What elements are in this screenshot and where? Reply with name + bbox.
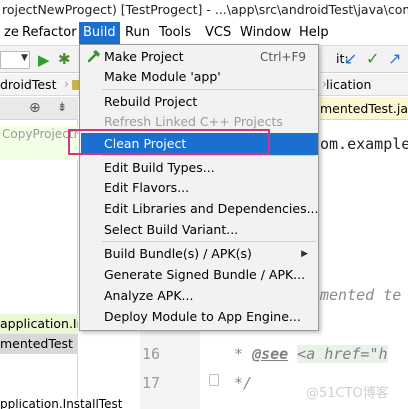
project-tree-item-selected[interactable]: mentedTest [0,334,78,354]
menu-item-make-module[interactable]: Make Module 'app' [81,66,318,88]
menu-separator [102,241,316,242]
javadoc-tag: @see [252,345,289,363]
code-line: om.example [320,135,408,153]
menu-window[interactable]: Window [236,22,295,44]
menu-separator [102,89,316,90]
run-icon[interactable]: ▶ [38,51,50,69]
comment-prefix: * [234,345,253,363]
line-number: 17 [142,374,161,392]
menu-item-rebuild-project[interactable]: Rebuild Project [81,91,318,113]
commit-icon[interactable]: ✓ [366,49,379,68]
menu-refactor[interactable]: Refactor [18,22,81,44]
menu-item-edit-build-types[interactable]: Edit Build Types... [81,157,318,179]
menu-item-generate-signed[interactable]: Generate Signed Bundle / APK... [81,264,318,286]
menu-item-deploy-app-engine[interactable]: Deploy Module to App Engine... [81,306,318,328]
update-project-icon[interactable]: ↙ [344,49,357,68]
breadcrumb-item-androidtest[interactable]: droidTest [0,77,56,92]
project-tree-faded-item[interactable]: CopyProjectN [0,126,78,160]
menu-item-make-project[interactable]: Make Project Ctrl+F9 [81,46,318,68]
menu-item-label: Make Project [104,49,184,64]
window-title: rojectNewProgect) [TestProgect] - ...\ap… [0,0,408,22]
collapse-all-icon[interactable]: ⇟ [57,100,67,114]
build-menu-dropdown: Make Project Ctrl+F9 Make Module 'app' R… [79,44,319,331]
project-panel: ⊕ ⇟ CopyProjectN application.Ins mentedT… [0,97,78,409]
menu-bar: ze Refactor Build Run Tools VCS Window H… [0,22,408,44]
code-line-16: * @see <a href="h [234,345,388,363]
breadcrumb-item-application[interactable]: lication [326,77,371,92]
debug-icon[interactable]: ✱ [58,50,71,68]
scroll-from-source-icon[interactable]: ⊕ [29,100,41,116]
menu-build[interactable]: Build [79,22,120,44]
menu-item-build-bundle-apk[interactable]: Build Bundle(s) / APK(s) ▶ [81,243,318,265]
project-tree-item[interactable]: application.Ins [0,314,78,334]
code-line-17: */ [234,374,253,392]
menu-item-edit-flavors[interactable]: Edit Flavors... [81,177,318,199]
menu-help[interactable]: Help [295,22,333,44]
menu-item-shortcut: Ctrl+F9 [260,50,306,64]
menu-item-edit-libraries[interactable]: Edit Libraries and Dependencies... [81,198,319,220]
watermark: @51CTO博客 [306,386,389,401]
project-panel-header: ⊕ ⇟ [0,97,78,120]
hammer-icon [87,50,100,63]
editor-gutter [140,328,200,409]
menu-tools[interactable]: Tools [155,22,195,44]
menu-item-analyze-apk[interactable]: Analyze APK... [81,285,318,307]
menu-separator [102,155,316,156]
run-config-combo[interactable]: ▼ [0,51,30,69]
html-link-tag: <a href="h [297,345,388,363]
code-comment: mented te [320,286,402,304]
line-number: 16 [142,345,161,363]
menu-run[interactable]: Run [121,22,154,44]
project-tree-item[interactable]: pplication.InstallTest [0,399,140,409]
breadcrumb-separator-icon: › [64,76,69,91]
chevron-down-icon: ▼ [21,53,28,63]
fold-marker-icon[interactable] [209,374,219,386]
submenu-arrow-icon: ▶ [301,249,308,259]
menu-item-select-build-variant[interactable]: Select Build Variant... [81,219,318,241]
menu-item-label: Build Bundle(s) / APK(s) [104,246,252,261]
menu-vcs[interactable]: VCS [201,22,235,44]
editor-tab[interactable]: mentedTest.java [320,97,408,120]
push-icon[interactable]: ↗ [388,49,401,68]
annotation-highlight-box [68,129,270,155]
